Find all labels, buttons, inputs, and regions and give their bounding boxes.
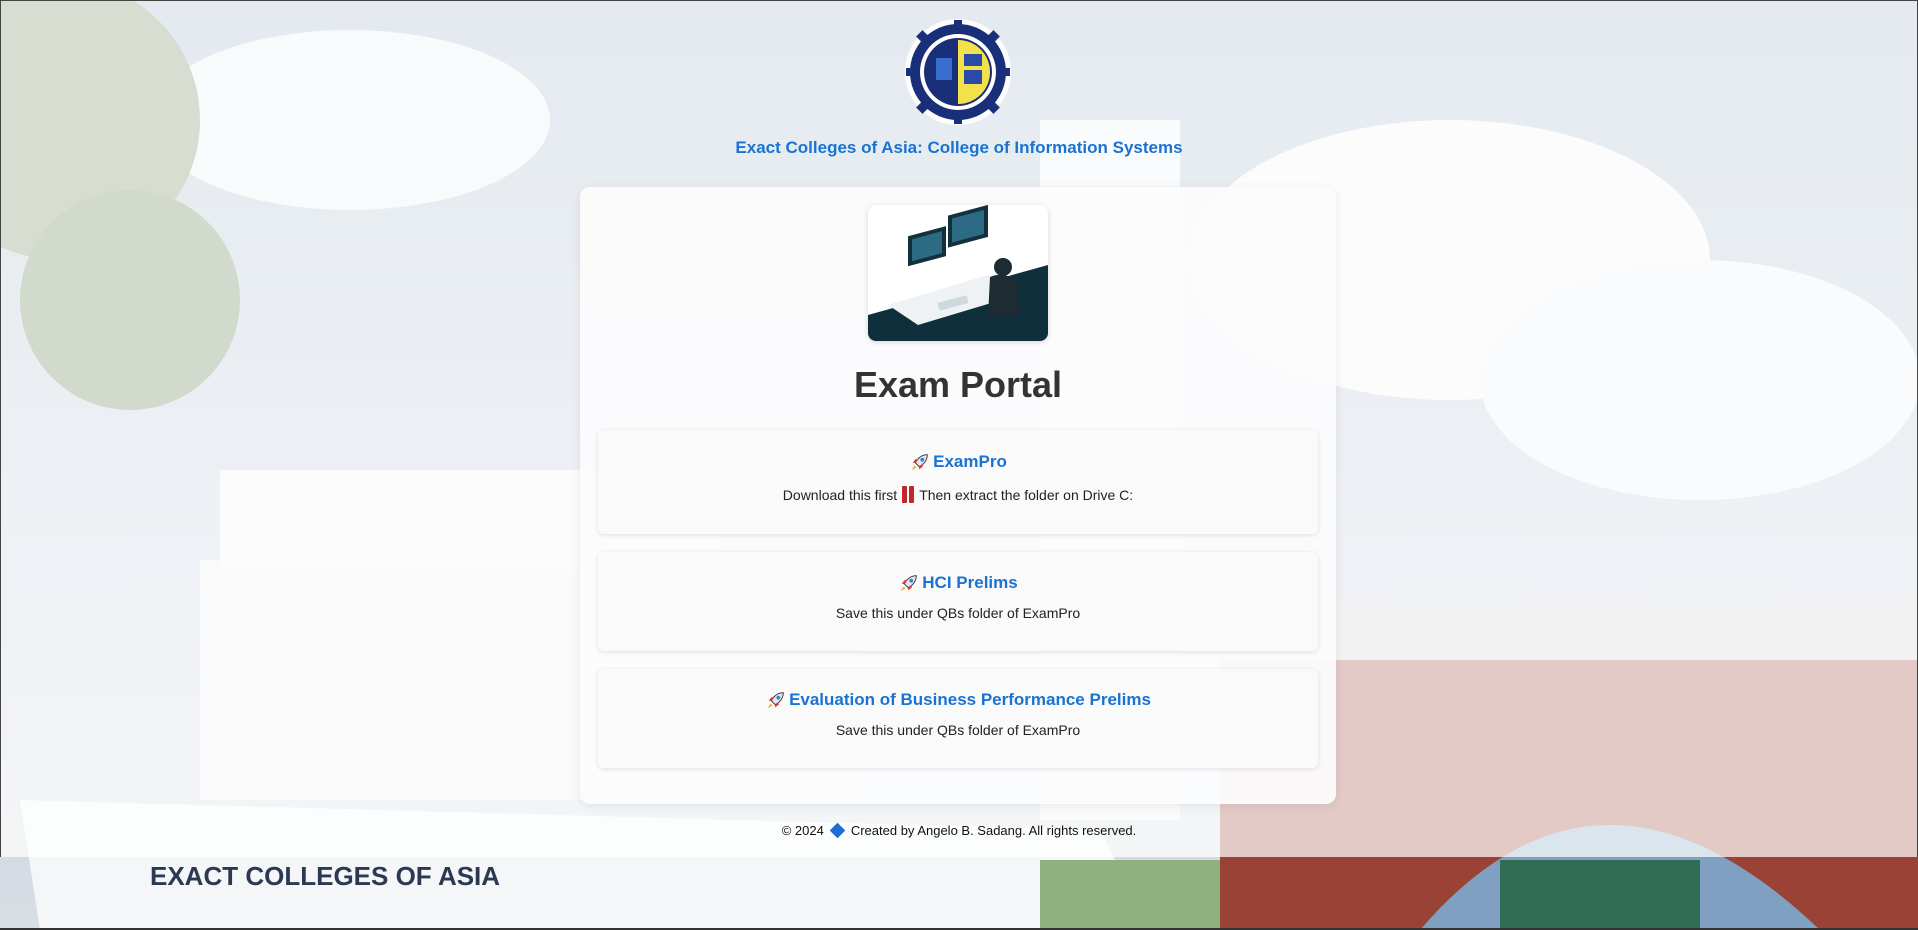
exampro-description: Download this first Then extract the fol…	[598, 486, 1318, 503]
rocket-icon	[911, 454, 928, 471]
hci-prelims-card: HCI Prelims Save this under QBs folder o…	[598, 552, 1318, 651]
footer-credits: Created by Angelo B. Sadang. All rights …	[850, 823, 1137, 838]
double-exclamation-icon	[902, 486, 915, 503]
business-performance-prelims-label: Evaluation of Business Performance Preli…	[789, 690, 1151, 709]
hci-prelims-label: HCI Prelims	[922, 573, 1018, 592]
rocket-icon	[767, 692, 784, 709]
exampro-card: ExamPro Download this first Then extract…	[598, 430, 1318, 534]
exampro-desc-after: Then extract the folder on Drive C:	[919, 486, 1134, 503]
business-performance-prelims-description: Save this under QBs folder of ExamPro	[835, 722, 1081, 738]
blue-diamond-icon	[829, 822, 846, 839]
svg-text:EXACT COLLEGES OF ASIA: EXACT COLLEGES OF ASIA	[150, 861, 500, 891]
exampro-desc-before: Download this first	[782, 486, 898, 503]
business-performance-prelims-link[interactable]: Evaluation of Business Performance Preli…	[765, 689, 1151, 711]
exampro-label: ExamPro	[933, 452, 1007, 471]
business-performance-prelims-card: Evaluation of Business Performance Preli…	[598, 669, 1318, 768]
hci-prelims-link[interactable]: HCI Prelims	[898, 572, 1018, 594]
hci-prelims-description: Save this under QBs folder of ExamPro	[835, 605, 1081, 621]
person-at-dual-monitors-illustration	[868, 205, 1048, 341]
exampro-link[interactable]: ExamPro	[909, 451, 1007, 473]
footer-copyright: © 2024	[781, 823, 824, 838]
footer: © 2024 Created by Angelo B. Sadang. All …	[0, 822, 1918, 839]
school-title: Exact Colleges of Asia: College of Infor…	[735, 138, 1183, 157]
page-title: Exam Portal	[853, 364, 1063, 405]
college-seal-logo	[904, 18, 1012, 126]
exam-portal-card: Exam Portal ExamPro Download this first …	[580, 187, 1336, 804]
rocket-icon	[901, 575, 918, 592]
